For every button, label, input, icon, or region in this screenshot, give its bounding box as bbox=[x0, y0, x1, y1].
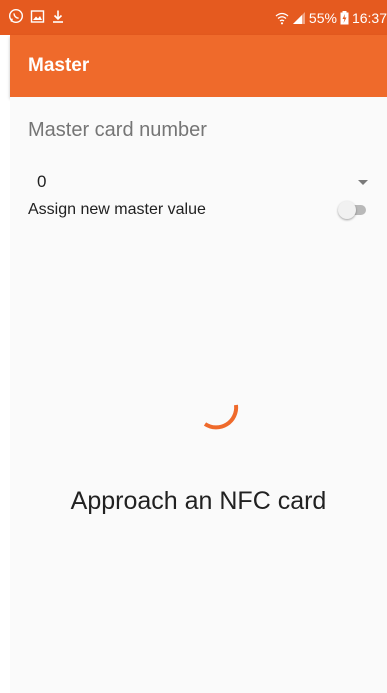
notification-icons bbox=[8, 8, 65, 27]
nfc-prompt-message: Approach an NFC card bbox=[70, 487, 327, 515]
system-indicators: 55% 16:37 bbox=[275, 10, 387, 26]
spinner-icon bbox=[200, 400, 240, 440]
status-bar: 55% 16:37 bbox=[0, 0, 387, 35]
assign-new-master-label: Assign new master value bbox=[28, 201, 206, 218]
download-icon bbox=[51, 9, 65, 27]
assign-new-master-row: Assign new master value bbox=[28, 199, 368, 221]
dropdown-arrow-icon bbox=[358, 179, 368, 185]
wifi-icon bbox=[275, 11, 289, 25]
master-card-number-dropdown[interactable]: 0 bbox=[28, 167, 368, 197]
app-bar: Master bbox=[10, 35, 387, 97]
page-title: Master bbox=[28, 55, 90, 76]
clock: 16:37 bbox=[351, 9, 387, 26]
assign-new-master-toggle[interactable] bbox=[338, 201, 368, 219]
signal-icon bbox=[292, 11, 306, 25]
master-card-number-label: Master card number bbox=[28, 119, 207, 141]
image-icon bbox=[30, 9, 45, 27]
toggle-thumb bbox=[338, 201, 356, 219]
whatsapp-icon bbox=[8, 8, 24, 27]
battery-percent: 55% bbox=[308, 9, 337, 26]
battery-charging-icon bbox=[340, 10, 349, 25]
main-content: Master card number 0 Assign new master v… bbox=[10, 97, 387, 693]
selected-value: 0 bbox=[37, 172, 47, 191]
